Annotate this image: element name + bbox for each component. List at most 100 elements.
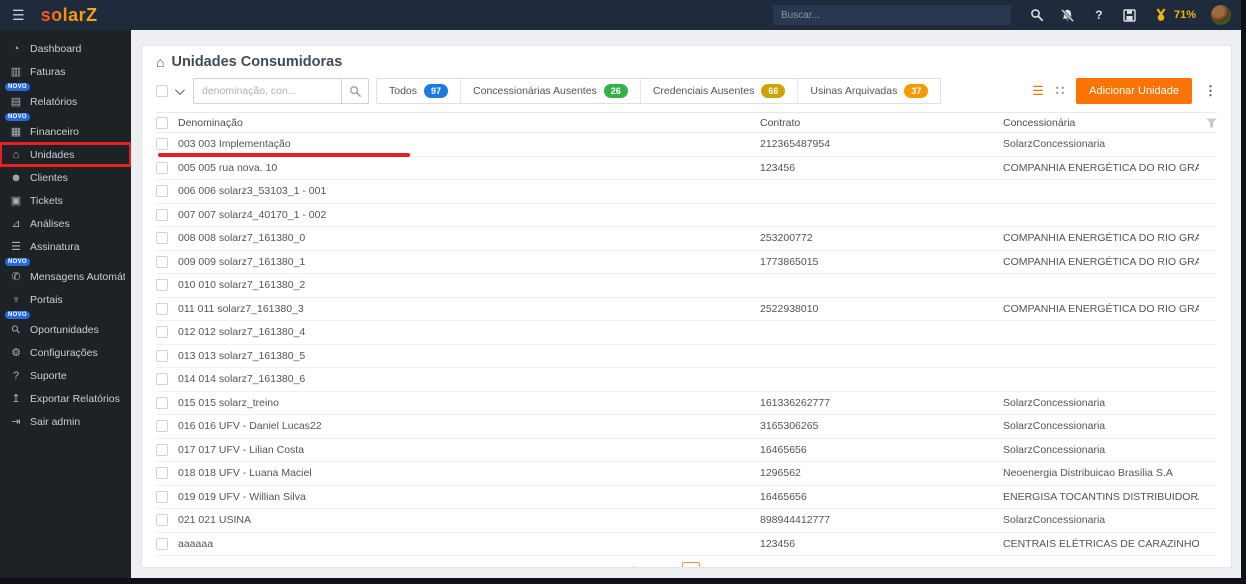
table-row[interactable]: 010 010 solarz7_161380_2 bbox=[156, 274, 1217, 298]
filter-search-button[interactable] bbox=[341, 78, 369, 104]
menu-hamburger-icon[interactable]: ☰ bbox=[12, 7, 25, 24]
cell-denominacao[interactable]: 018 018 UFV - Luana Maciel bbox=[178, 467, 760, 479]
sidebar-item[interactable]: ⇥ Sair admin bbox=[0, 410, 131, 433]
cell-denominacao[interactable]: 013 013 solarz7_161380_5 bbox=[178, 350, 760, 362]
table-row[interactable]: 017 017 UFV - Lilian Costa 16465656 Sola… bbox=[156, 439, 1217, 462]
grid-view-icon[interactable]: ∷ bbox=[1056, 83, 1064, 99]
cell-denominacao[interactable]: 012 012 solarz7_161380_4 bbox=[178, 326, 760, 338]
chevron-down-icon[interactable] bbox=[174, 84, 185, 95]
row-checkbox[interactable] bbox=[156, 326, 168, 339]
sidebar-item[interactable]: ⚙ Configurações bbox=[0, 341, 131, 364]
table-row[interactable]: 003 003 Implementação 212365487954 Solar… bbox=[156, 133, 1217, 157]
cell-denominacao[interactable]: 014 014 solarz7_161380_6 bbox=[178, 373, 760, 385]
table-row[interactable]: 009 009 solarz7_161380_1 1773865015 COMP… bbox=[156, 251, 1217, 274]
cell-denominacao[interactable]: 003 003 Implementação bbox=[178, 138, 760, 150]
sidebar-item[interactable]: ☰ Assinatura bbox=[0, 235, 131, 258]
table-row[interactable]: 014 014 solarz7_161380_6 bbox=[156, 368, 1217, 392]
cell-denominacao[interactable]: 009 009 solarz7_161380_1 bbox=[178, 256, 760, 268]
row-checkbox[interactable] bbox=[156, 138, 168, 151]
sidebar-item[interactable]: ▥ Faturas bbox=[0, 60, 131, 83]
sidebar-item[interactable]: ▣ Tickets bbox=[0, 189, 131, 212]
filter-tab[interactable]: Usinas Arquivadas 37 bbox=[797, 79, 940, 103]
row-checkbox[interactable] bbox=[156, 161, 168, 174]
sidebar-item[interactable]: NOVO ▦ Financeiro bbox=[0, 113, 131, 143]
table-row[interactable]: 016 016 UFV - Daniel Lucas22 3165306265 … bbox=[156, 415, 1217, 439]
row-checkbox[interactable] bbox=[156, 255, 168, 268]
table-row[interactable]: 013 013 solarz7_161380_5 bbox=[156, 345, 1217, 368]
save-disk-icon[interactable] bbox=[1122, 7, 1138, 23]
search-icon[interactable] bbox=[1029, 7, 1045, 23]
filter-tab[interactable]: Credenciais Ausentes 66 bbox=[639, 79, 798, 103]
select-all-checkbox[interactable] bbox=[156, 85, 168, 97]
row-checkbox[interactable] bbox=[156, 514, 168, 527]
table-row[interactable]: 008 008 solarz7_161380_0 253200772 COMPA… bbox=[156, 227, 1217, 251]
list-view-icon[interactable]: ☰ bbox=[1032, 83, 1044, 99]
gamification-medal-icon[interactable] bbox=[1153, 7, 1169, 23]
global-search-input[interactable] bbox=[772, 5, 1011, 25]
row-checkbox[interactable] bbox=[156, 443, 168, 456]
prev-page-icon[interactable]: ‹ bbox=[667, 564, 671, 567]
column-contrato[interactable]: Contrato bbox=[760, 117, 1003, 129]
sidebar-item[interactable]: NOVO ▤ Relatórios bbox=[0, 83, 131, 113]
filter-tab[interactable]: Concessionárias Ausentes 26 bbox=[460, 79, 640, 103]
row-checkbox[interactable] bbox=[156, 208, 168, 221]
cell-denominacao[interactable]: 019 019 UFV - Willian Silva bbox=[178, 491, 760, 503]
cell-denominacao[interactable]: 015 015 solarz_treino bbox=[178, 397, 760, 409]
page-number[interactable]: 2 bbox=[711, 565, 729, 567]
table-row[interactable]: 005 005 rua nova. 10 123456 COMPANHIA EN… bbox=[156, 157, 1217, 180]
row-checkbox[interactable] bbox=[156, 185, 168, 198]
table-row[interactable]: 012 012 solarz7_161380_4 bbox=[156, 321, 1217, 345]
row-checkbox[interactable] bbox=[156, 537, 168, 550]
more-options-icon[interactable]: ⋮ bbox=[1204, 83, 1217, 99]
table-row[interactable]: 021 021 USINA 898944412777 SolarzConcess… bbox=[156, 509, 1217, 533]
sidebar-item[interactable]: ◔ Dashboard bbox=[0, 37, 131, 60]
row-checkbox[interactable] bbox=[156, 373, 168, 386]
sidebar-item[interactable]: ⊿ Análises bbox=[0, 212, 131, 235]
sidebar-item[interactable]: ☻ Clientes bbox=[0, 166, 131, 189]
table-row[interactable]: 019 019 UFV - Willian Silva 16465656 ENE… bbox=[156, 486, 1217, 509]
cell-denominacao[interactable]: aaaaaa bbox=[178, 538, 760, 550]
column-denominacao[interactable]: Denominação bbox=[178, 117, 760, 129]
table-row[interactable]: 007 007 solarz4_40170_1 - 002 bbox=[156, 204, 1217, 227]
row-checkbox[interactable] bbox=[156, 420, 168, 433]
page-number[interactable]: 3 bbox=[740, 565, 758, 567]
table-row[interactable]: 006 006 solarz3_53103_1 - 001 bbox=[156, 180, 1217, 204]
cell-denominacao[interactable]: 008 008 solarz7_161380_0 bbox=[178, 232, 760, 244]
row-checkbox[interactable] bbox=[156, 467, 168, 480]
row-checkbox[interactable] bbox=[156, 302, 168, 315]
add-unit-button[interactable]: Adicionar Unidade bbox=[1076, 78, 1192, 104]
filter-funnel-icon[interactable] bbox=[1199, 118, 1217, 128]
row-checkbox[interactable] bbox=[156, 279, 168, 292]
cell-denominacao[interactable]: 010 010 solarz7_161380_2 bbox=[178, 279, 760, 291]
page-number[interactable]: 1 bbox=[682, 562, 701, 567]
row-checkbox[interactable] bbox=[156, 396, 168, 409]
sidebar-item[interactable]: ↥ Exportar Relatórios bbox=[0, 387, 131, 410]
cell-denominacao[interactable]: 016 016 UFV - Daniel Lucas22 bbox=[178, 420, 760, 432]
filter-tab[interactable]: Todos 97 bbox=[377, 79, 460, 103]
next-page-icon[interactable]: › bbox=[769, 564, 773, 567]
sidebar-item[interactable]: NOVO ✆ Mensagens Automát... bbox=[0, 258, 131, 288]
table-row[interactable]: 018 018 UFV - Luana Maciel 1296562 Neoen… bbox=[156, 462, 1217, 486]
notifications-muted-icon[interactable] bbox=[1060, 7, 1076, 23]
sidebar-item[interactable]: ? Suporte bbox=[0, 364, 131, 387]
header-checkbox[interactable] bbox=[156, 116, 168, 129]
row-checkbox[interactable] bbox=[156, 232, 168, 245]
user-avatar[interactable] bbox=[1211, 5, 1231, 25]
row-checkbox[interactable] bbox=[156, 349, 168, 362]
cell-denominacao[interactable]: 021 021 USINA bbox=[178, 514, 760, 526]
sidebar-item[interactable]: ♆ Portais bbox=[0, 288, 131, 311]
table-row[interactable]: aaaaaa 123456 CENTRAIS ELÉTRICAS DE CARA… bbox=[156, 533, 1217, 556]
table-row[interactable]: 011 011 solarz7_161380_3 2522938010 COMP… bbox=[156, 298, 1217, 321]
filter-search-input[interactable] bbox=[193, 78, 341, 104]
column-concessionaria[interactable]: Concessionária bbox=[1003, 117, 1199, 129]
row-checkbox[interactable] bbox=[156, 490, 168, 503]
cell-denominacao[interactable]: 006 006 solarz3_53103_1 - 001 bbox=[178, 185, 760, 197]
cell-denominacao[interactable]: 017 017 UFV - Lilian Costa bbox=[178, 444, 760, 456]
cell-denominacao[interactable]: 007 007 solarz4_40170_1 - 002 bbox=[178, 209, 760, 221]
cell-denominacao[interactable]: 005 005 rua nova. 10 bbox=[178, 162, 760, 174]
sidebar-item[interactable]: NOVO ⚲ Oportunidades bbox=[0, 311, 131, 341]
table-row[interactable]: 015 015 solarz_treino 161336262777 Solar… bbox=[156, 392, 1217, 415]
help-icon[interactable]: ? bbox=[1091, 7, 1107, 23]
sidebar-item[interactable]: ⌂ Unidades bbox=[0, 142, 132, 167]
cell-denominacao[interactable]: 011 011 solarz7_161380_3 bbox=[178, 303, 760, 315]
